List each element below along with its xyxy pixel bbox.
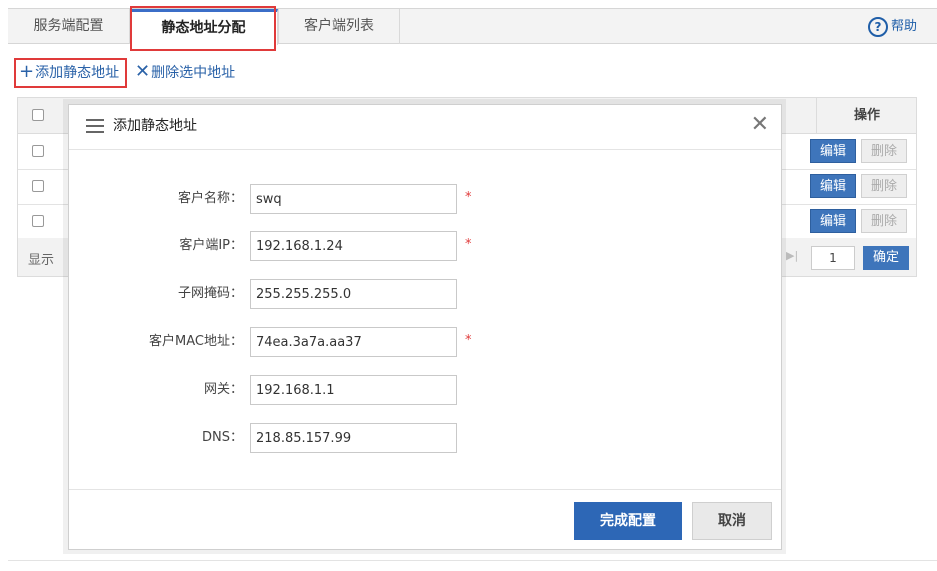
edit-button[interactable]: 编辑	[810, 139, 856, 163]
close-x-icon: ✕	[135, 61, 151, 82]
add-static-address-button[interactable]: +添加静态地址	[19, 62, 119, 82]
dns-input[interactable]	[250, 423, 457, 453]
add-address-dialog: 添加静态地址 ✕ 客户名称： * 客户端IP： * 子网掩码： 客户MAC地址：…	[68, 104, 782, 550]
dialog-title: 添加静态地址	[113, 118, 197, 134]
delete-button[interactable]: 删除	[861, 174, 907, 198]
row-checkbox[interactable]	[32, 180, 44, 192]
required-mark: *	[465, 237, 472, 252]
help-icon: ?	[867, 17, 888, 37]
page-confirm-button[interactable]: 确定	[863, 246, 909, 270]
footer-show-label: 显示	[28, 253, 55, 268]
edit-button[interactable]: 编辑	[810, 209, 856, 233]
row-checkbox[interactable]	[32, 145, 44, 157]
client-name-label: 客户名称：	[177, 191, 243, 206]
page-number-input[interactable]: 1	[811, 246, 855, 270]
dns-label: DNS：	[202, 430, 243, 445]
plus-icon: +	[19, 61, 35, 82]
required-mark: *	[465, 333, 472, 348]
ops-column-header: 操作	[816, 98, 917, 133]
mac-address-label: 客户MAC地址：	[149, 334, 243, 349]
dialog-footer: 完成配置 取消	[69, 489, 781, 550]
subnet-mask-label: 子网掩码：	[177, 286, 243, 301]
field-row-client-name: 客户名称： *	[69, 184, 781, 214]
tab-client-list[interactable]: 客户端列表	[278, 9, 400, 44]
finish-config-button[interactable]: 完成配置	[574, 502, 682, 540]
tab-server-config[interactable]: 服务端配置	[8, 9, 130, 44]
add-static-address-label: 添加静态地址	[35, 65, 120, 81]
tab-static-address[interactable]: 静态地址分配	[130, 9, 278, 45]
client-name-input[interactable]	[250, 184, 457, 214]
edit-button[interactable]: 编辑	[810, 174, 856, 198]
dialog-header: 添加静态地址 ✕	[69, 105, 781, 150]
delete-selected-button[interactable]: ✕删除选中地址	[135, 62, 235, 82]
gateway-label: 网关：	[203, 382, 243, 397]
close-icon[interactable]: ✕	[751, 113, 769, 137]
help-link[interactable]: ? 帮助	[867, 17, 917, 37]
page-bottom-divider	[8, 560, 937, 571]
gateway-input[interactable]	[250, 375, 457, 405]
cancel-button[interactable]: 取消	[692, 502, 772, 540]
client-ip-label: 客户端IP：	[179, 238, 243, 253]
select-all-checkbox[interactable]	[32, 109, 44, 121]
field-row-mac: 客户MAC地址： *	[69, 327, 781, 357]
mac-address-input[interactable]	[250, 327, 457, 357]
field-row-dns: DNS：	[69, 423, 781, 453]
help-label: 帮助	[890, 19, 917, 34]
required-mark: *	[465, 190, 472, 205]
subnet-mask-input[interactable]	[250, 279, 457, 309]
field-row-client-ip: 客户端IP： *	[69, 231, 781, 261]
client-ip-input[interactable]	[250, 231, 457, 261]
last-page-icon[interactable]: ▶|	[786, 249, 798, 262]
delete-button[interactable]: 删除	[861, 209, 907, 233]
field-row-gateway: 网关：	[69, 375, 781, 405]
row-checkbox[interactable]	[32, 215, 44, 227]
menu-icon	[86, 119, 104, 133]
tab-bar: 服务端配置 静态地址分配 客户端列表	[8, 8, 937, 45]
field-row-subnet-mask: 子网掩码：	[69, 279, 781, 309]
delete-selected-label: 删除选中地址	[151, 65, 236, 81]
delete-button[interactable]: 删除	[861, 139, 907, 163]
